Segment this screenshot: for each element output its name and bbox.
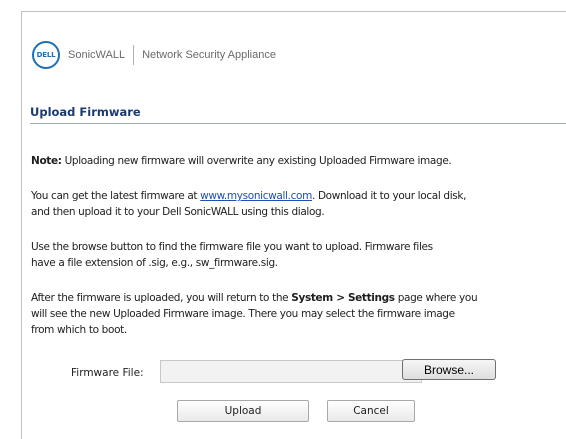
brand-name: SonicWALL bbox=[68, 49, 126, 61]
note-paragraph: Note: Uploading new firmware will overwr… bbox=[31, 153, 561, 169]
after-upload-text-end: page where you bbox=[394, 292, 478, 304]
cancel-button[interactable]: Cancel bbox=[327, 400, 415, 422]
title-rule bbox=[30, 123, 566, 124]
browse-paragraph: Use the browse button to find the firmwa… bbox=[31, 239, 561, 271]
after-upload-text-line3: from which to boot. bbox=[31, 324, 127, 336]
note-text: Uploading new firmware will overwrite an… bbox=[61, 155, 452, 167]
upload-firmware-dialog: DELL SonicWALL Network Security Applianc… bbox=[21, 11, 566, 439]
download-text-line2: and then upload it to your Dell SonicWAL… bbox=[31, 206, 325, 218]
header: DELL SonicWALL Network Security Applianc… bbox=[32, 41, 276, 69]
browse-button[interactable]: Browse... bbox=[402, 359, 496, 380]
firmware-file-label: Firmware File: bbox=[71, 367, 144, 379]
upload-button[interactable]: Upload bbox=[177, 400, 309, 422]
dell-logo-text: DELL bbox=[36, 51, 56, 59]
after-upload-text-line2: will see the new Uploaded Firmware image… bbox=[31, 308, 455, 320]
download-text-start: You can get the latest firmware at bbox=[31, 190, 201, 202]
after-upload-paragraph: After the firmware is uploaded, you will… bbox=[31, 290, 561, 338]
header-divider bbox=[133, 45, 135, 65]
download-text-end: . Download it to your local disk, bbox=[311, 190, 467, 202]
download-paragraph: You can get the latest firmware at www.m… bbox=[31, 188, 561, 220]
system-settings-label: System > Settings bbox=[291, 292, 395, 304]
product-name: Network Security Appliance bbox=[142, 49, 276, 61]
section-title: Upload Firmware bbox=[30, 105, 141, 119]
note-label: Note: bbox=[31, 155, 62, 167]
after-upload-text-start: After the firmware is uploaded, you will… bbox=[31, 292, 292, 304]
mysonicwall-link[interactable]: www.mysonicwall.com bbox=[200, 190, 312, 202]
dell-logo-icon: DELL bbox=[32, 41, 60, 69]
browse-text-line2: have a file extension of .sig, e.g., sw_… bbox=[31, 257, 278, 269]
browse-text-line1: Use the browse button to find the firmwa… bbox=[31, 241, 433, 253]
firmware-file-field[interactable] bbox=[160, 360, 422, 383]
